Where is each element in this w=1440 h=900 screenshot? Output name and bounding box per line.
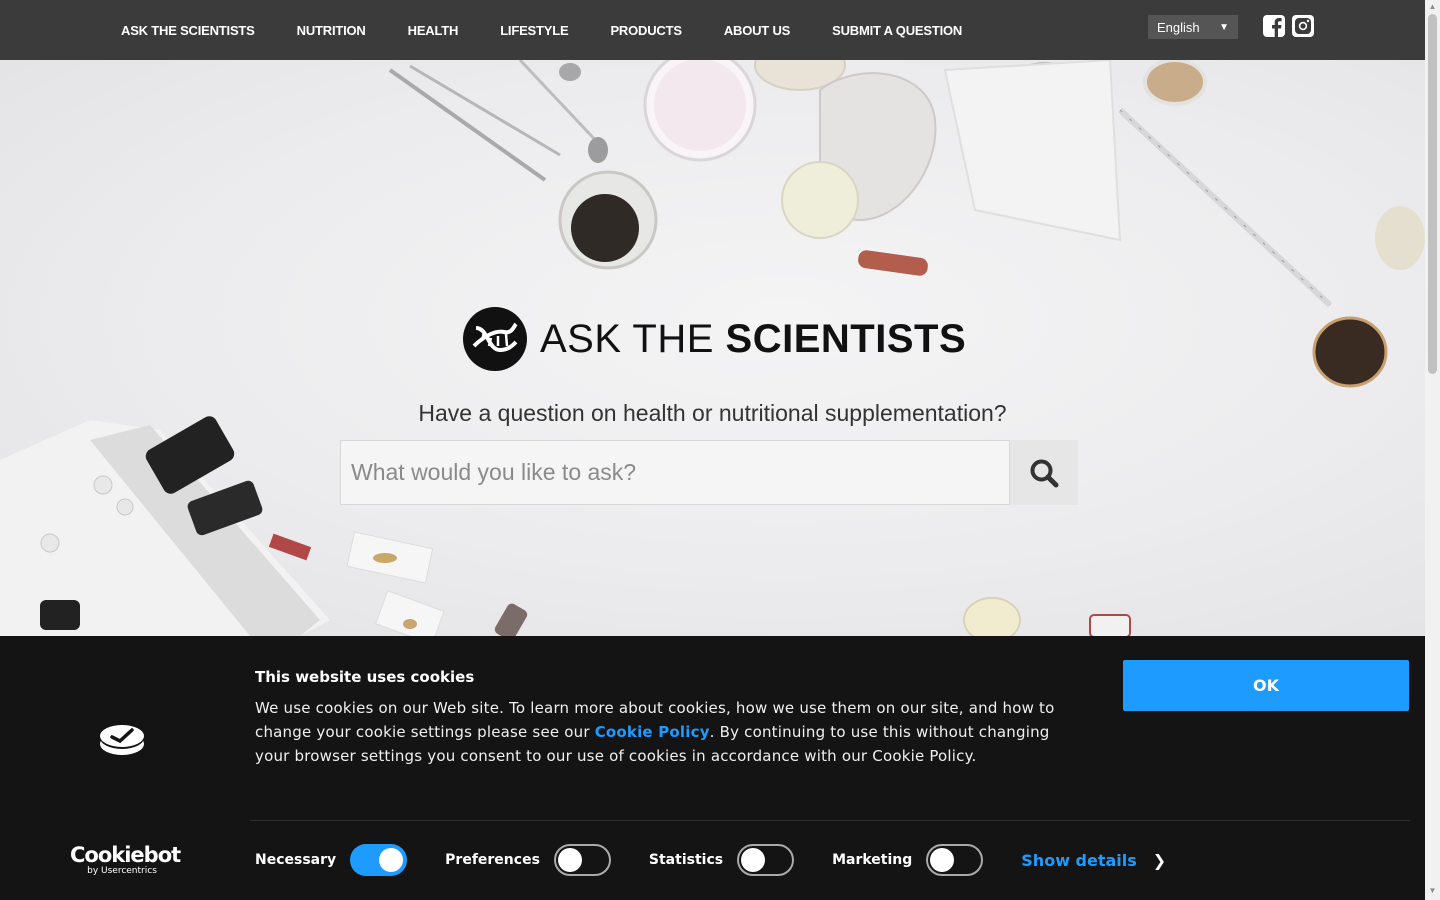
language-select[interactable]: English ▼ [1148,15,1238,39]
toggle-label-necessary: Necessary [255,852,337,868]
preferences-toggle[interactable] [553,844,611,876]
toggle-label-preferences: Preferences [445,852,540,868]
search-bar [340,440,1078,505]
nav-item-lifestyle[interactable]: LIFESTYLE [479,23,589,38]
toggle-knob [379,848,404,872]
logo-text-bold: SCIENTISTS [725,316,967,361]
top-navigation: ASK THE SCIENTISTS NUTRITION HEALTH LIFE… [0,0,1425,60]
search-input[interactable] [340,440,1010,505]
cookie-banner-title: This website uses cookies [255,668,475,686]
cookiebot-brand-name: Cookiebot [70,843,181,867]
cookiebot-brand-sub: by Usercentrics [87,866,157,876]
search-button[interactable] [1010,440,1078,505]
language-value: English [1157,19,1200,35]
page-scrollbar[interactable]: ▲ ▼ [1425,0,1440,900]
nav-item-nutrition[interactable]: NUTRITION [276,23,387,38]
scroll-up-arrow-icon[interactable]: ▲ [1425,0,1440,14]
show-details-link[interactable]: Show details ❯ [1021,851,1166,870]
toggle-label-statistics: Statistics [648,852,724,868]
cookie-banner-text: We use cookies on our Web site. To learn… [255,696,1075,768]
toggle-knob [557,848,582,872]
nav-item-submit-a-question[interactable]: SUBMIT A QUESTION [811,23,983,38]
facebook-icon[interactable] [1263,15,1285,37]
hero-tagline: Have a question on health or nutritional… [418,400,1007,426]
dna-logo-icon [463,307,527,371]
toggle-knob [741,848,766,872]
search-icon [1030,459,1059,487]
show-details-label: Show details [1021,850,1137,870]
banner-divider [250,820,1410,821]
cookie-stack-icon [100,725,144,755]
toggle-knob [930,848,955,872]
consent-toggles: Necessary Preferences Statistics Marketi… [255,844,1166,876]
instagram-icon[interactable] [1292,15,1314,37]
nav-links: ASK THE SCIENTISTS NUTRITION HEALTH LIFE… [100,0,983,60]
nav-item-ask-the-scientists[interactable]: ASK THE SCIENTISTS [100,23,276,38]
nav-item-about-us[interactable]: ABOUT US [703,23,811,38]
marketing-toggle[interactable] [926,844,984,876]
cookie-policy-link[interactable]: Cookie Policy [595,723,710,741]
logo-text-light: ASK THE [540,316,726,361]
logo-wordmark: ASK THE SCIENTISTS [540,317,966,362]
nav-item-products[interactable]: PRODUCTS [589,23,702,38]
nav-item-health[interactable]: HEALTH [387,23,480,38]
scrollbar-thumb[interactable] [1428,14,1437,374]
cookie-ok-button[interactable]: OK [1123,660,1409,711]
cookie-consent-banner: This website uses cookies We use cookies… [0,636,1425,900]
dropdown-caret-icon: ▼ [1219,21,1229,33]
statistics-toggle[interactable] [737,844,795,876]
chevron-right-icon: ❯ [1152,850,1167,870]
site-logo[interactable]: ASK THE SCIENTISTS [462,306,966,372]
cookiebot-logo[interactable]: Cookiebot by Usercentrics [70,843,181,876]
necessary-toggle[interactable] [350,844,408,876]
toggle-label-marketing: Marketing [832,852,913,868]
scroll-down-arrow-icon[interactable]: ▼ [1425,884,1440,898]
hero-section: ASK THE SCIENTISTS Have a question on he… [0,60,1425,636]
